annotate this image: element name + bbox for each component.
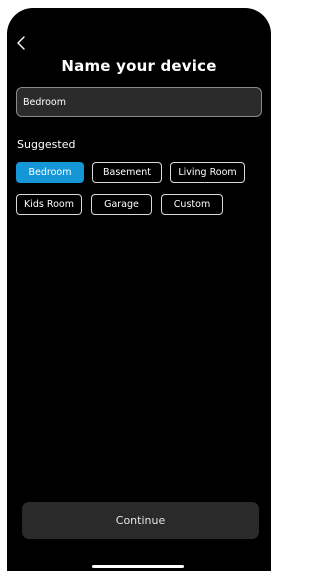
back-button[interactable]	[16, 35, 32, 53]
suggestion-chip-bedroom[interactable]: Bedroom	[16, 162, 84, 183]
chevron-left-icon	[17, 36, 25, 50]
device-name-input[interactable]	[16, 87, 262, 117]
suggested-label: Suggested	[17, 138, 76, 151]
page-title: Name your device	[61, 57, 217, 75]
device-naming-screen: Name your device Suggested Bedroom Basem…	[7, 8, 271, 571]
continue-button[interactable]: Continue	[22, 502, 259, 539]
suggestion-chip-basement[interactable]: Basement	[92, 162, 162, 183]
suggestion-chip-living-room[interactable]: Living Room	[170, 162, 245, 183]
suggestion-chip-kids-room[interactable]: Kids Room	[16, 194, 82, 215]
suggestion-chip-garage[interactable]: Garage	[91, 194, 152, 215]
suggestion-chip-custom[interactable]: Custom	[161, 194, 223, 215]
home-indicator	[92, 565, 184, 568]
